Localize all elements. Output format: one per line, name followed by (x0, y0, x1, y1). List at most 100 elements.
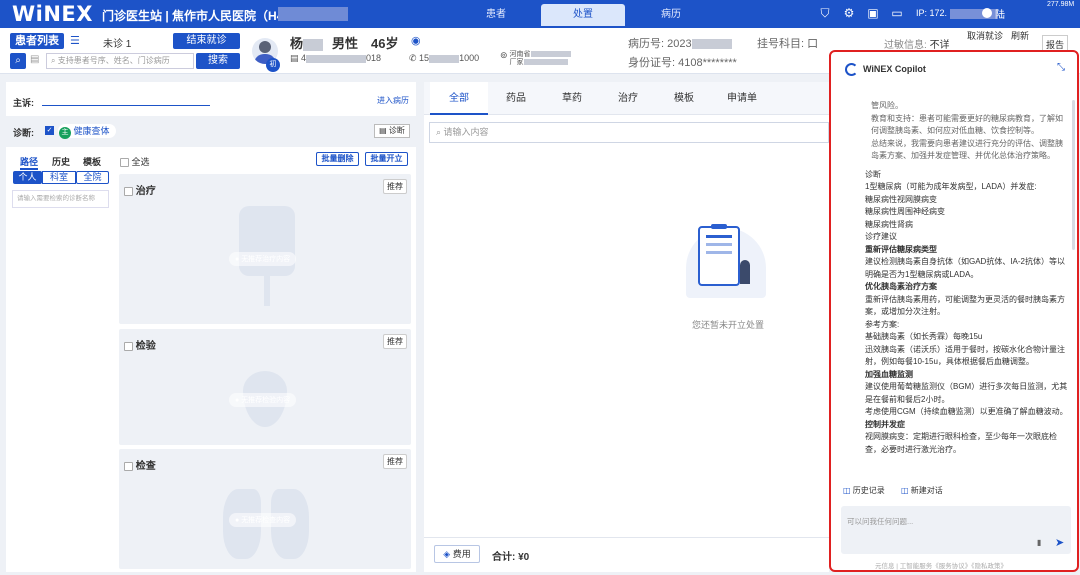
empty-order-text: 您还暂未开立处置 (692, 320, 765, 330)
copilot-input[interactable]: 可以问我任何问题... ▮ ➤ (841, 506, 1071, 554)
copilot-panel: WiNEX Copilot ⤡ 管风险。 教育和支持：患者可能需要更好的糖尿病教育… (829, 50, 1079, 572)
section-title: 检查 (135, 461, 156, 472)
tab-template[interactable]: 模板 (83, 155, 101, 168)
patient-name: 杨 (290, 33, 324, 52)
registration-dept: 挂号科目: 口 (757, 38, 819, 50)
monitor-icon[interactable]: ▭ (890, 6, 904, 20)
history-button[interactable]: ◫ 历史记录 (843, 485, 885, 496)
fee-button[interactable]: ◈ 费用 (434, 545, 480, 563)
middle-panel: 全部 药品 草药 治疗 模板 申请单 ⌕ 请输入内容 您还暂未开立处置 ◈ 费用… (424, 82, 829, 572)
copilot-line: 教育和支持：患者可能需要更好的糖尿病教育，了解如何调整胰岛素、如何应对低血糖、饮… (871, 113, 1063, 136)
tab-history[interactable]: 历史 (52, 155, 70, 168)
diagnosis-label: 诊断: (13, 128, 34, 138)
footer-divider (424, 537, 829, 538)
order-search-input[interactable]: ⌕ 请输入内容 (429, 122, 829, 143)
copilot-scrollbar[interactable] (1072, 100, 1075, 250)
diagnosis-checkbox[interactable]: ✓ (45, 126, 54, 135)
tab-herbs[interactable]: 草药 (544, 82, 600, 115)
collapse-icon[interactable]: ⤡ (1057, 62, 1065, 73)
end-visit-button[interactable]: 结束就诊 (173, 33, 240, 49)
diagnosis-button[interactable]: ▤ 诊断 (374, 124, 410, 138)
visit-status[interactable]: 未诊 1 (103, 35, 131, 50)
refresh-button[interactable]: 刷新 (1011, 29, 1029, 42)
copilot-line: 视网膜病变：定期进行眼科检查，至少每年一次眼底检查，必要时进行激光治疗。 (865, 432, 1057, 454)
clipboard-icon (698, 224, 740, 286)
lab-test-checkbox[interactable] (124, 341, 133, 351)
card-icon[interactable]: ▤ (30, 54, 39, 65)
new-chat-button[interactable]: ◫ 新建对话 (901, 485, 943, 496)
patient-list-title[interactable]: 患者列表 (10, 33, 64, 49)
copilot-line: 糖尿病性视网膜病变 (865, 194, 937, 204)
batch-open-button[interactable]: 批量开立 (365, 152, 408, 166)
copilot-line: 管风险。 (871, 101, 903, 110)
tab-template[interactable]: 模板 (656, 82, 712, 115)
copilot-line: 糖尿病性肾病 (865, 219, 913, 229)
copilot-line: 基础胰岛素（如长秀霖）每晚15u (865, 332, 983, 341)
exam-checkbox[interactable] (124, 461, 133, 471)
copilot-logo-icon (845, 63, 858, 76)
app-title: 门诊医生站 | 焦作市人民医院（H41 (102, 9, 291, 23)
recommend-button[interactable]: 推荐 (383, 179, 407, 194)
copilot-input-placeholder: 可以问我任何问题... (847, 517, 914, 526)
empty-placeholder: ● 无推荐检查内容 (229, 513, 297, 527)
copilot-line: 重新评估胰岛素用药，可能调整为更灵活的餐时胰岛素方案，或增加分次注射。 (865, 294, 1065, 317)
copilot-line: 诊疗建议 (865, 232, 897, 241)
eye-icon[interactable]: ◉ (411, 34, 421, 47)
id-card-number: 身份证号: 4108******** (628, 57, 737, 69)
shirt-icon[interactable]: ⛉ (818, 6, 832, 20)
copilot-footer: 元信息 | 工智能服务《服务协议》《隐私政策》 (875, 563, 1008, 570)
complaint-label: 主诉: (13, 98, 34, 108)
search-icon[interactable]: ⌕ (10, 53, 26, 69)
fee-icon: ◈ (443, 549, 451, 559)
person-figure-icon (740, 260, 750, 284)
copilot-line: 建议检测胰岛素自身抗体（如GAD抗体、IA-2抗体）等以明确是否为1型糖尿病或L… (865, 257, 1066, 279)
empty-placeholder: ● 无推荐检验内容 (229, 393, 297, 407)
send-icon[interactable]: ➤ (1055, 536, 1064, 549)
complaint-input[interactable] (42, 94, 210, 106)
copilot-line: 考虑使用CGM（持续血糖监测）以更准确了解血糖波动。 (865, 407, 1068, 416)
tab-medical-record[interactable]: 病历 (629, 4, 713, 26)
section-lab-test: 检验 推荐 ● 无推荐检验内容 (119, 329, 411, 445)
enter-record-link[interactable]: 进入病历 (377, 95, 409, 106)
patient-search-button[interactable]: 搜索 (196, 53, 240, 69)
scope-department[interactable]: 科室 (42, 171, 76, 184)
copilot-line: 控制并发症 (865, 419, 905, 429)
scope-personal[interactable]: 个人 (13, 171, 42, 184)
left-panel: 主诉: 进入病历 诊断: ✓ 主 健康查体 ▤ 诊断 路径 历史 模板 个人 科… (6, 82, 416, 572)
top-bar: WiNEX 门诊医生站 | 焦作市人民医院（H41 患者 处置 病历 ⛉ ⚙ ▣… (0, 0, 1080, 28)
list-icon[interactable]: ☰ (70, 34, 80, 47)
recommend-button[interactable]: 推荐 (383, 334, 407, 349)
tab-treatment[interactable]: 治疗 (600, 82, 656, 115)
user-name[interactable]: 陆 (995, 6, 1005, 21)
patient-search-input[interactable]: ⌕ 支持患者号序、姓名、门诊病历 (46, 53, 194, 69)
message-icon[interactable]: ▣ (866, 6, 880, 20)
patient-age: 46岁 (371, 36, 399, 51)
copilot-line: 1型糖尿病（可能为成年发病型，LADA）并发症: (865, 182, 1037, 191)
tab-path[interactable]: 路径 (20, 155, 39, 170)
attachment-icon[interactable]: ▮ (1037, 538, 1041, 547)
copilot-line: 诊断 (865, 169, 881, 179)
user-avatar-icon[interactable] (982, 8, 992, 18)
cancel-visit-button[interactable]: 取消就诊 (967, 29, 1003, 42)
tab-all[interactable]: 全部 (430, 82, 488, 115)
copilot-line: 迅效胰岛素（诺沃乐）适用于餐时，按碳水化合物计量注射，例如每餐10-15u，具体… (865, 344, 1065, 367)
tab-disposal[interactable]: 处置 (541, 4, 625, 26)
gear-icon[interactable]: ⚙ (842, 6, 856, 20)
copilot-line: 优化胰岛素治疗方案 (865, 282, 937, 291)
batch-delete-button[interactable]: 批量删除 (316, 152, 359, 166)
recommend-button[interactable]: 推荐 (383, 454, 407, 469)
patient-phone: ✆ 15 1000 (409, 53, 480, 63)
diagnosis-chip[interactable]: 主 健康查体 (58, 124, 116, 139)
tab-drugs[interactable]: 药品 (488, 82, 544, 115)
tab-application[interactable]: 申请单 (712, 82, 772, 115)
patient-address: ⊚ 河南省 厂家 (500, 51, 571, 67)
copilot-line: 重新评估糖尿病类型 (865, 244, 937, 254)
copilot-line: 糖尿病性周围神经病变 (865, 207, 945, 216)
diagnosis-search-input[interactable]: 请输入需要检索的诊断名称 (12, 190, 109, 208)
new-chat-icon: ◫ (901, 486, 909, 495)
treatment-checkbox[interactable] (124, 186, 133, 196)
scope-hospital[interactable]: 全院 (76, 171, 109, 184)
network-speed: 277.98M (1047, 1, 1075, 8)
select-all[interactable]: 全选 (120, 155, 150, 168)
tab-patients[interactable]: 患者 (454, 4, 538, 26)
